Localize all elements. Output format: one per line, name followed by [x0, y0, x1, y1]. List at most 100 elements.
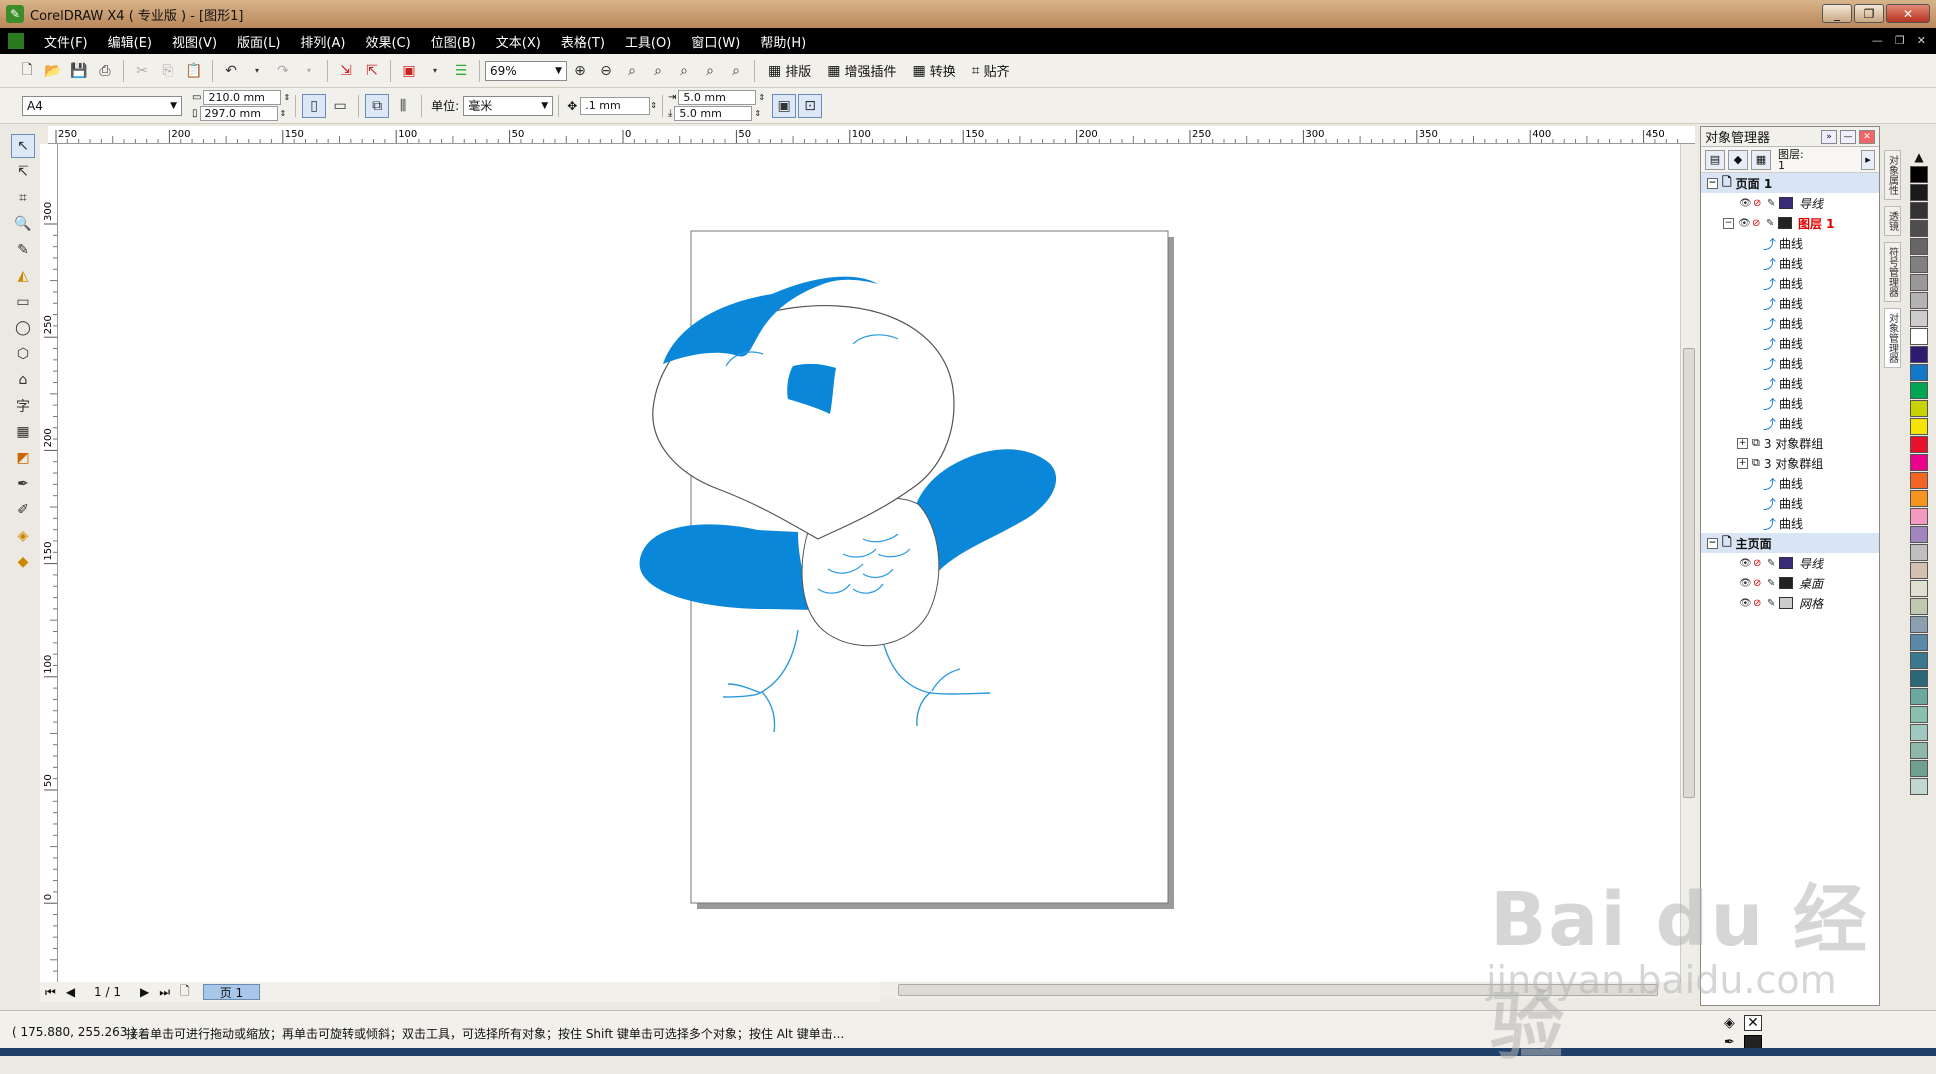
current-page-icon[interactable]: ⫼ [391, 94, 415, 118]
palette-swatch[interactable] [1910, 328, 1928, 345]
nudge-distance-field[interactable]: .1 mm [580, 96, 651, 115]
palette-swatch[interactable] [1910, 310, 1928, 327]
palette-swatch[interactable] [1910, 778, 1928, 795]
tree-curve-row[interactable]: ⤴ 曲线 [1701, 513, 1879, 533]
palette-swatch[interactable] [1910, 544, 1928, 561]
docker-minimize-icon[interactable]: — [1840, 129, 1856, 144]
menu-table[interactable]: 表格(T) [551, 32, 615, 51]
palette-swatch[interactable] [1910, 760, 1928, 777]
save-icon[interactable]: 💾 [67, 59, 91, 83]
page-width-spinner-icon[interactable]: ⇕ [283, 93, 290, 102]
printable-icon[interactable]: ⊘ [1753, 198, 1767, 209]
palette-swatch[interactable] [1910, 220, 1928, 237]
redo-dropdown-icon[interactable]: ▾ [297, 59, 321, 83]
zoom-out-icon[interactable]: ⊖ [594, 59, 618, 83]
duplicate-y-spinner-icon[interactable]: ⇕ [754, 109, 761, 118]
editable-pen-icon[interactable]: ✎ [1767, 578, 1779, 589]
duplicate-x-field[interactable]: 5.0 mm [678, 90, 757, 105]
collapse-icon[interactable]: − [1723, 217, 1734, 229]
palette-swatch[interactable] [1910, 202, 1928, 219]
redo-icon[interactable]: ↷ [271, 59, 295, 83]
palette-swatch[interactable] [1910, 274, 1928, 291]
tree-curve-row[interactable]: ⤴ 曲线 [1701, 473, 1879, 493]
layout-button[interactable]: ▦ 排版 [760, 61, 819, 81]
expand-icon[interactable]: + [1737, 457, 1748, 469]
cut-icon[interactable]: ✂ [130, 59, 154, 83]
tree-curve-row[interactable]: ⤴ 曲线 [1701, 393, 1879, 413]
tree-curve-row[interactable]: ⤴ 曲线 [1701, 273, 1879, 293]
table-tool-icon[interactable]: ▦ [11, 420, 35, 444]
vertical-ruler[interactable]: 300 250 200 150 100 50 0 [40, 144, 58, 982]
menu-help[interactable]: 帮助(H) [750, 32, 816, 51]
tree-layer-row[interactable]: − 👁 ⊘ ✎ 图层 1 [1701, 213, 1879, 233]
rectangle-tool-icon[interactable]: ▭ [11, 290, 35, 314]
open-folder-icon[interactable]: 📂 [41, 59, 65, 83]
docker-close-icon[interactable]: ✕ [1859, 129, 1875, 144]
welcome-screen-icon[interactable]: ☰ [449, 59, 473, 83]
expand-icon[interactable]: + [1737, 437, 1748, 449]
polygon-tool-icon[interactable]: ⬡ [11, 342, 35, 366]
tree-layer-row[interactable]: 👁 ⊘ ✎ 桌面 [1701, 573, 1879, 593]
print-icon[interactable]: ⎙ [93, 59, 117, 83]
paste-icon[interactable]: 📋 [182, 59, 206, 83]
layer-color-swatch[interactable] [1779, 577, 1793, 589]
duplicate-x-spinner-icon[interactable]: ⇕ [758, 93, 765, 102]
new-document-icon[interactable]: 🗋 [15, 59, 39, 83]
zoom-all-objects-icon[interactable]: ⌕ [646, 59, 670, 83]
basic-shapes-tool-icon[interactable]: ⌂ [11, 368, 35, 392]
crop-tool-icon[interactable]: ⌗ [11, 186, 35, 210]
docker-tab-lens[interactable]: 透镜 [1883, 206, 1901, 236]
visibility-eye-icon[interactable]: 👁 [1739, 598, 1753, 609]
palette-swatch[interactable] [1910, 436, 1928, 453]
previous-page-icon[interactable]: ◀ [61, 985, 80, 999]
palette-swatch[interactable] [1910, 382, 1928, 399]
interactive-fill-tool-icon[interactable]: ◆ [11, 550, 35, 574]
tree-group-row[interactable]: + ⧉ 3 对象群组 [1701, 433, 1879, 453]
palette-swatch[interactable] [1910, 598, 1928, 615]
palette-swatch[interactable] [1910, 616, 1928, 633]
menu-layout[interactable]: 版面(L) [227, 32, 290, 51]
eyedropper-tool-icon[interactable]: ✒ [11, 472, 35, 496]
vertical-scroll-thumb[interactable] [1683, 348, 1695, 798]
tree-curve-row[interactable]: ⤴ 曲线 [1701, 353, 1879, 373]
nudge-spinner-icon[interactable]: ⇕ [650, 101, 657, 110]
tree-curve-row[interactable]: ⤴ 曲线 [1701, 313, 1879, 333]
zoom-in-icon[interactable]: ⊕ [568, 59, 592, 83]
palette-swatch[interactable] [1910, 472, 1928, 489]
restore-button[interactable]: ❐ [1854, 4, 1884, 23]
zoom-page-icon[interactable]: ⌕ [672, 59, 696, 83]
editable-pen-icon[interactable]: ✎ [1767, 598, 1779, 609]
edit-across-layers-icon[interactable]: ◆ [1728, 149, 1748, 170]
layer-color-swatch[interactable] [1778, 217, 1792, 229]
tree-page-row[interactable]: − 🗋 页面 1 [1701, 173, 1879, 193]
page-width-field[interactable]: 210.0 mm [203, 90, 282, 105]
palette-swatch[interactable] [1910, 418, 1928, 435]
application-launcher-icon[interactable]: ▣ [397, 59, 421, 83]
palette-swatch[interactable] [1910, 562, 1928, 579]
interactive-blend-tool-icon[interactable]: ◩ [11, 446, 35, 470]
import-icon[interactable]: ⇲ [334, 59, 358, 83]
editable-pen-icon[interactable]: ✎ [1766, 218, 1778, 229]
docker-tab-object-properties[interactable]: 对象属性 [1883, 150, 1901, 200]
palette-swatch[interactable] [1910, 346, 1928, 363]
tree-layer-row[interactable]: 👁 ⊘ ✎ 导线 [1701, 193, 1879, 213]
tree-layer-row[interactable]: 👁 ⊘ ✎ 网格 [1701, 593, 1879, 613]
printable-icon[interactable]: ⊘ [1753, 578, 1767, 589]
palette-swatch[interactable] [1910, 400, 1928, 417]
object-manager-menu-icon[interactable]: ▸ [1861, 149, 1875, 170]
palette-swatch[interactable] [1910, 454, 1928, 471]
smart-fill-tool-icon[interactable]: ◭ [11, 264, 35, 288]
layer-manager-view-icon[interactable]: ▦ [1751, 149, 1771, 170]
zoom-level-combo[interactable]: 69% ▼ [485, 60, 567, 81]
text-tool-icon[interactable]: 字 [11, 394, 35, 418]
launcher-dropdown-icon[interactable]: ▾ [423, 59, 447, 83]
collapse-icon[interactable]: − [1707, 177, 1718, 189]
copy-icon[interactable]: ⎘ [156, 59, 180, 83]
undo-dropdown-icon[interactable]: ▾ [245, 59, 269, 83]
undo-icon[interactable]: ↶ [219, 59, 243, 83]
outline-tool-icon[interactable]: ✐ [11, 498, 35, 522]
palette-swatch[interactable] [1910, 634, 1928, 651]
page-tab[interactable]: 页 1 [202, 984, 261, 1000]
zoom-selected-icon[interactable]: ⌕ [620, 59, 644, 83]
add-page-icon[interactable]: 🗋 [175, 982, 195, 1003]
